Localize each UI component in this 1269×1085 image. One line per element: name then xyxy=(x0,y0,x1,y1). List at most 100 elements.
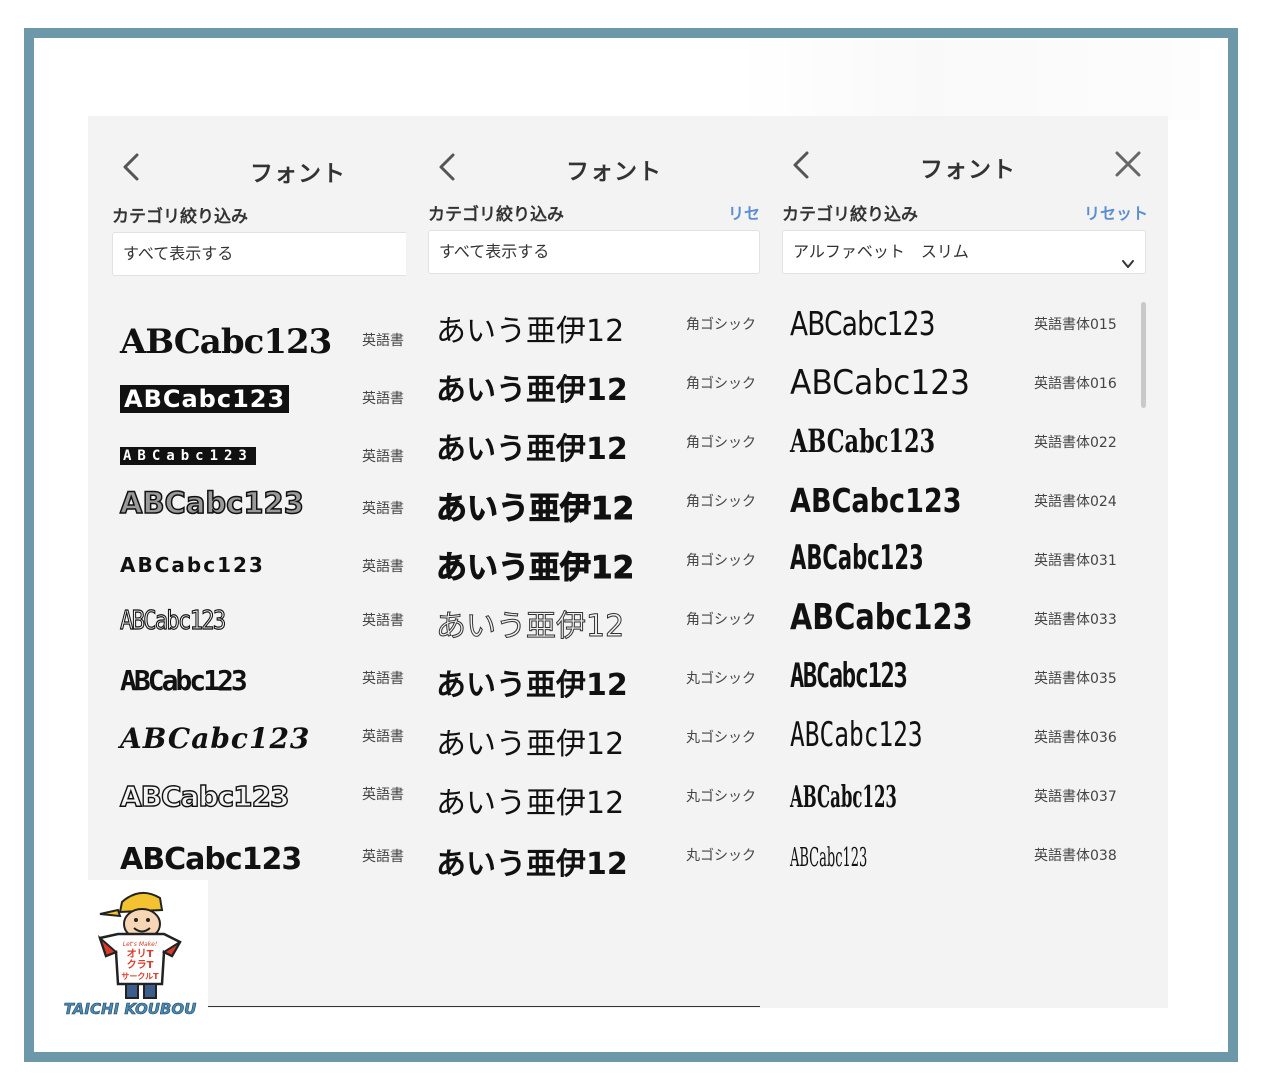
font-row[interactable]: あいう亜伊12 丸ゴシック xyxy=(406,656,770,714)
font-row[interactable]: あいう亜伊12 角ゴシック xyxy=(406,302,770,360)
logo-brand: TAICHI KOUBOU xyxy=(64,1000,197,1018)
font-sample: ABCabc123 xyxy=(790,538,924,578)
font-category: 英語書体037 xyxy=(1034,789,1117,805)
back-chevron-icon[interactable] xyxy=(436,152,458,182)
font-sample: あいう亜伊12 xyxy=(436,668,628,703)
font-sample: ABCabc123 xyxy=(120,385,290,413)
taichi-koubou-logo: Let's Make! オリT クラT サークルT TAICHI KOUBOU xyxy=(60,880,208,1030)
font-row[interactable]: ABCabc123 英語書体036 xyxy=(770,715,1168,773)
panel-header: フォント xyxy=(406,116,770,196)
font-sample: あいう亜伊12 xyxy=(436,373,628,408)
category-select-value: すべて表示する xyxy=(123,244,234,263)
font-sample: ABCabc123 xyxy=(119,779,290,813)
font-sample: ABCabc123 xyxy=(790,715,923,755)
font-row[interactable]: ABCabc123 英語書体031 xyxy=(770,538,1168,596)
font-sample: あいう亜伊12 xyxy=(435,491,635,528)
font-category: 英語書体024 xyxy=(1034,494,1117,510)
close-icon[interactable] xyxy=(1114,150,1142,178)
category-select[interactable]: すべて表示する xyxy=(428,230,760,274)
font-category: 英語書体022 xyxy=(1034,435,1117,451)
category-select-value: すべて表示する xyxy=(439,242,550,261)
category-select[interactable]: すべて表示する xyxy=(112,232,406,276)
font-sample: ABCabc123 xyxy=(790,304,936,343)
font-row[interactable]: ABCabc123 英語書体015 xyxy=(770,302,1168,360)
logo-line-1: オリT xyxy=(127,948,154,960)
font-category: 英語書体033 xyxy=(1034,612,1117,628)
font-row[interactable]: ABCabc123 英語書 xyxy=(88,432,406,490)
font-row[interactable]: ABCabc123 英語書体033 xyxy=(770,597,1168,655)
font-row[interactable]: ABCabc123 英語書 xyxy=(88,605,406,664)
font-sample: ABCabc123 xyxy=(120,322,332,362)
font-row[interactable]: ABCabc123 英語書 xyxy=(88,548,406,606)
font-sample: ABCabc123 xyxy=(120,447,256,465)
reset-link[interactable]: リセ xyxy=(728,200,760,224)
font-category: 丸ゴシック xyxy=(686,730,756,746)
font-panel-all-2: フォント カテゴリ絞り込み リセ すべて表示する あいう亜伊12 角ゴシック あ… xyxy=(406,116,770,1008)
font-row[interactable]: ABCabc123 英語書体037 xyxy=(770,774,1168,832)
font-sample: あいう亜伊12 xyxy=(436,727,625,762)
font-sample: ABCabc123 xyxy=(790,843,868,873)
reset-link[interactable]: リセット xyxy=(1084,200,1148,224)
font-category: 角ゴシック xyxy=(686,317,756,333)
font-sample: ABCabc123 xyxy=(790,422,936,460)
font-row[interactable]: ABCabc123 英語書 xyxy=(88,316,406,374)
font-row[interactable]: ABCabc123 英語書 xyxy=(88,779,406,838)
font-row[interactable]: ABCabc123 英語書 xyxy=(88,664,406,722)
font-category: 英語書体015 xyxy=(1034,317,1117,333)
font-sample: あいう亜伊12 xyxy=(435,550,635,587)
font-row[interactable]: ABCabc123 英語書体038 xyxy=(770,833,1168,891)
font-row[interactable]: ABCabc123 英語書体024 xyxy=(770,479,1168,537)
font-category: 英語書体038 xyxy=(1034,848,1117,864)
category-select-value: アルファベット スリム xyxy=(793,242,969,261)
back-chevron-icon[interactable] xyxy=(790,150,812,180)
panel-header: フォント xyxy=(88,116,406,196)
font-sample: あいう亜伊12 xyxy=(436,432,628,467)
font-sample: ABCabc123 xyxy=(120,553,265,577)
font-category: 角ゴシック xyxy=(686,376,756,392)
font-sample: ABCabc123 xyxy=(790,780,897,815)
font-category: 丸ゴシック xyxy=(686,671,756,687)
font-sample: ABCabc123 xyxy=(790,481,962,520)
font-category: 英語書 xyxy=(362,787,404,803)
font-row[interactable]: あいう亜伊12 丸ゴシック xyxy=(406,715,770,773)
font-row[interactable]: あいう亜伊12 角ゴシック xyxy=(406,479,770,537)
font-row[interactable]: ABCabc123 英語書 xyxy=(88,722,406,780)
font-panel-slim: フォント カテゴリ絞り込み リセット アルファベット スリム ABCabc123… xyxy=(770,116,1168,1008)
font-sample: ABCabc123 xyxy=(120,664,248,697)
font-row[interactable]: ABCabc123 英語書 xyxy=(88,485,406,548)
font-category: 英語書 xyxy=(362,559,404,575)
font-row[interactable]: あいう亜伊12 角ゴシック xyxy=(406,361,770,419)
font-row[interactable]: ABCabc123 英語書体022 xyxy=(770,420,1168,478)
font-sample: ABCabc123 xyxy=(790,597,973,638)
font-category: 角ゴシック xyxy=(686,553,756,569)
font-category: 英語書体016 xyxy=(1034,376,1117,392)
font-category: 英語書体035 xyxy=(1034,671,1117,687)
font-row[interactable]: ABCabc123 英語書体035 xyxy=(770,656,1168,714)
mascot-illustration: Let's Make! オリT クラT サークルT TAICHI KOUBOU xyxy=(63,891,197,1018)
font-row[interactable]: あいう亜伊12 丸ゴシック xyxy=(406,833,770,891)
category-filter-label: カテゴリ絞り込み xyxy=(112,207,248,227)
font-sample: あいう亜伊12 xyxy=(436,786,625,821)
font-row[interactable]: あいう亜伊12 丸ゴシック xyxy=(406,774,770,832)
font-sample: ABCabc123 xyxy=(790,363,971,403)
panel-title: フォント xyxy=(566,159,662,185)
panel-title: フォント xyxy=(920,157,1016,183)
font-row[interactable]: あいう亜伊12 角ゴシック xyxy=(406,420,770,478)
logo-line-2: クラT xyxy=(127,959,154,971)
logo-line-3: サークルT xyxy=(121,971,159,981)
category-select[interactable]: アルファベット スリム xyxy=(782,230,1146,274)
font-sample: あいう亜伊12 xyxy=(435,609,625,645)
font-row[interactable]: ABCabc123 英語書体016 xyxy=(770,361,1168,419)
back-chevron-icon[interactable] xyxy=(120,152,142,182)
chevron-down-icon xyxy=(1121,245,1135,287)
font-sample: あいう亜伊12 xyxy=(436,847,628,882)
font-category: 英語書 xyxy=(362,613,404,629)
font-category: 英語書 xyxy=(362,391,404,407)
font-row[interactable]: あいう亜伊12 角ゴシック xyxy=(406,538,770,596)
category-filter-label: カテゴリ絞り込み xyxy=(428,205,564,225)
font-row[interactable]: あいう亜伊12 角ゴシック xyxy=(406,597,770,655)
font-row[interactable]: ABCabc123 英語書 xyxy=(88,374,406,432)
font-sample: あいう亜伊12 xyxy=(436,314,625,349)
logo-tagline: Let's Make! xyxy=(123,941,158,948)
font-category: 英語書 xyxy=(362,729,404,745)
